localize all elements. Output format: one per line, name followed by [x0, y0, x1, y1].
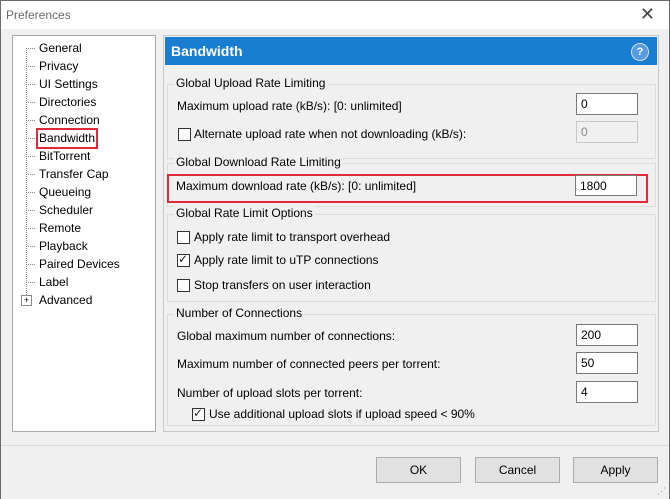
- connections-group-title: Number of Connections: [174, 306, 305, 320]
- connections-group: Number of Connections Global maximum num…: [167, 306, 656, 426]
- expand-icon[interactable]: +: [21, 295, 32, 306]
- bandwidth-panel: Bandwidth ? Global Upload Rate Limiting …: [163, 35, 659, 432]
- transport-overhead-checkbox[interactable]: [177, 231, 190, 244]
- panel-header: Bandwidth ?: [165, 37, 657, 65]
- stop-transfers-checkbox[interactable]: [177, 279, 190, 292]
- rate-options-group-title: Global Rate Limit Options: [174, 206, 315, 220]
- max-download-label: Maximum download rate (kB/s): [0: unlimi…: [176, 179, 417, 193]
- additional-slots-label: Use additional upload slots if upload sp…: [209, 407, 475, 421]
- global-max-connections-label: Global maximum number of connections:: [177, 329, 396, 343]
- resize-grip-icon[interactable]: ⋰: [657, 486, 667, 496]
- additional-slots-checkbox[interactable]: [192, 406, 205, 421]
- stop-transfers-label: Stop transfers on user interaction: [194, 278, 371, 292]
- max-upload-label: Maximum upload rate (kB/s): [0: unlimite…: [177, 99, 402, 113]
- alt-upload-input[interactable]: [576, 121, 638, 143]
- help-icon[interactable]: ?: [631, 43, 649, 61]
- preferences-window: Preferences ✕ General Privacy UI Setting…: [0, 0, 670, 499]
- max-download-input[interactable]: [575, 175, 637, 196]
- ok-button[interactable]: OK: [376, 457, 461, 483]
- alt-upload-label: Alternate upload rate when not downloadi…: [194, 127, 467, 141]
- dialog-footer: [1, 445, 669, 499]
- upload-slots-input[interactable]: [576, 381, 638, 403]
- peers-per-torrent-label: Maximum number of connected peers per to…: [177, 357, 441, 371]
- cancel-button[interactable]: Cancel: [475, 457, 560, 483]
- rate-options-group: Global Rate Limit Options Apply rate lim…: [167, 206, 656, 302]
- utp-connections-checkbox[interactable]: [177, 252, 190, 267]
- window-title: Preferences: [6, 8, 71, 22]
- upload-group-title: Global Upload Rate Limiting: [174, 76, 328, 90]
- transport-overhead-label: Apply rate limit to transport overhead: [194, 230, 391, 244]
- panel-title: Bandwidth: [171, 43, 243, 59]
- peers-per-torrent-input[interactable]: [576, 352, 638, 374]
- alt-upload-checkbox[interactable]: [178, 128, 191, 141]
- close-icon[interactable]: ✕: [640, 4, 655, 24]
- global-max-connections-input[interactable]: [576, 324, 638, 346]
- preferences-tree: General Privacy UI Settings Directories …: [12, 35, 156, 432]
- apply-button[interactable]: Apply: [573, 457, 658, 483]
- upload-group: Global Upload Rate Limiting Maximum uplo…: [167, 76, 656, 159]
- download-group-title: Global Download Rate Limiting: [174, 155, 343, 169]
- upload-slots-label: Number of upload slots per torrent:: [177, 386, 363, 400]
- utp-connections-label: Apply rate limit to uTP connections: [194, 253, 379, 267]
- max-upload-input[interactable]: [576, 93, 638, 115]
- title-bar: Preferences ✕: [1, 1, 669, 29]
